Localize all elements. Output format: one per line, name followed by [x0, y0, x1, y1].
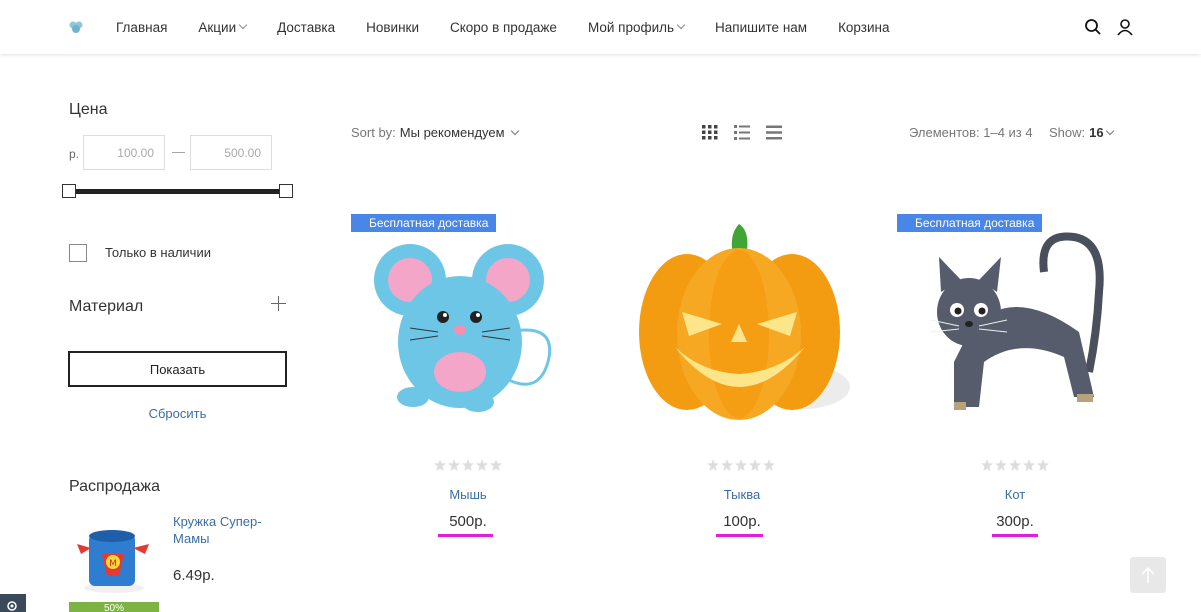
- star-icon: [1023, 459, 1035, 471]
- sale-item-name[interactable]: Кружка Супер-Мамы: [173, 513, 283, 547]
- compact-list-icon[interactable]: [766, 125, 782, 140]
- settings-button[interactable]: [0, 594, 26, 612]
- star-icon: [995, 459, 1007, 471]
- nav-item-cart[interactable]: Корзина: [838, 20, 889, 35]
- rating-stars: [981, 459, 1049, 471]
- nav-item-home[interactable]: Главная: [116, 20, 167, 35]
- price-from-input[interactable]: [83, 135, 165, 170]
- gear-icon: [7, 601, 17, 611]
- chevron-down-icon: [238, 20, 248, 30]
- nav-item-delivery[interactable]: Доставка: [277, 20, 335, 35]
- discount-badge: 50%: [69, 602, 159, 612]
- nav-item-coming-soon[interactable]: Скоро в продаже: [450, 20, 557, 35]
- arrow-up-icon: [1141, 566, 1155, 583]
- star-icon: [490, 459, 502, 471]
- chevron-down-icon: [676, 20, 686, 30]
- star-icon: [448, 459, 460, 471]
- product-price: 100р.: [723, 513, 761, 530]
- mug-product-image[interactable]: M: [69, 514, 159, 602]
- sort-dropdown[interactable]: Sort by: Мы рекомендуем: [351, 125, 519, 140]
- user-icon[interactable]: [1116, 18, 1134, 36]
- price-slider-max-handle[interactable]: [279, 184, 293, 198]
- free-shipping-badge: Бесплатная доставка: [897, 214, 1043, 232]
- nav-item-contact[interactable]: Напишите нам: [715, 20, 807, 35]
- cat-product-image[interactable]: [899, 212, 1129, 434]
- nav-item-profile[interactable]: Мой профиль: [588, 20, 686, 35]
- material-filter-title[interactable]: Материал: [69, 298, 143, 316]
- price-highlight: [992, 534, 1038, 537]
- logo-icon[interactable]: [68, 19, 84, 35]
- svg-text:M: M: [109, 559, 117, 569]
- currency-label: р.: [69, 147, 80, 161]
- items-count: Элементов: 1–4 из 4: [909, 125, 1033, 140]
- star-icon: [434, 459, 446, 471]
- price-range-dash: —: [172, 144, 185, 159]
- product-name[interactable]: Мышь: [353, 487, 583, 502]
- price-filter-title: Цена: [69, 101, 108, 118]
- search-icon[interactable]: [1084, 18, 1102, 36]
- free-shipping-badge: Бесплатная доставка: [351, 214, 497, 232]
- grid-view-icon[interactable]: [702, 125, 718, 140]
- price-to-input[interactable]: [190, 135, 272, 170]
- product-name[interactable]: Кот: [900, 487, 1130, 502]
- star-icon: [707, 459, 719, 471]
- nav-item-new[interactable]: Новинки: [366, 20, 419, 35]
- product-name[interactable]: Тыква: [627, 487, 857, 502]
- price-highlight: [716, 534, 763, 537]
- pumpkin-product-image[interactable]: [627, 212, 857, 434]
- main-nav: Главная Акции Доставка Новинки Скоро в п…: [116, 0, 921, 54]
- star-icon: [763, 459, 775, 471]
- price-highlight: [438, 534, 493, 537]
- mouse-product-image[interactable]: [348, 212, 578, 434]
- chevron-down-icon: [1105, 126, 1114, 135]
- rating-stars: [707, 459, 775, 471]
- scroll-to-top-button[interactable]: [1130, 557, 1166, 593]
- sale-item-price: 6.49р.: [173, 567, 215, 584]
- star-icon: [735, 459, 747, 471]
- show-button[interactable]: Показать: [68, 351, 287, 387]
- star-icon: [1009, 459, 1021, 471]
- star-icon: [462, 459, 474, 471]
- star-icon: [476, 459, 488, 471]
- star-icon: [721, 459, 733, 471]
- site-header: Главная Акции Доставка Новинки Скоро в п…: [0, 0, 1201, 54]
- in-stock-checkbox[interactable]: [69, 244, 87, 262]
- product-price: 500р.: [449, 513, 487, 530]
- chevron-down-icon: [510, 126, 519, 135]
- expand-plus-icon[interactable]: [271, 296, 286, 311]
- star-icon: [981, 459, 993, 471]
- reset-link[interactable]: Сбросить: [68, 406, 287, 421]
- star-icon: [1037, 459, 1049, 471]
- nav-item-promotions[interactable]: Акции: [198, 20, 248, 35]
- rating-stars: [434, 459, 502, 471]
- per-page-dropdown[interactable]: Show: 16: [1049, 125, 1114, 140]
- product-price: 300р.: [996, 513, 1034, 530]
- price-slider-min-handle[interactable]: [62, 184, 76, 198]
- star-icon: [749, 459, 761, 471]
- price-slider-track[interactable]: [68, 189, 286, 194]
- sale-section-title: Распродажа: [69, 478, 160, 495]
- in-stock-label: Только в наличии: [105, 245, 211, 260]
- list-view-icon[interactable]: [734, 125, 750, 140]
